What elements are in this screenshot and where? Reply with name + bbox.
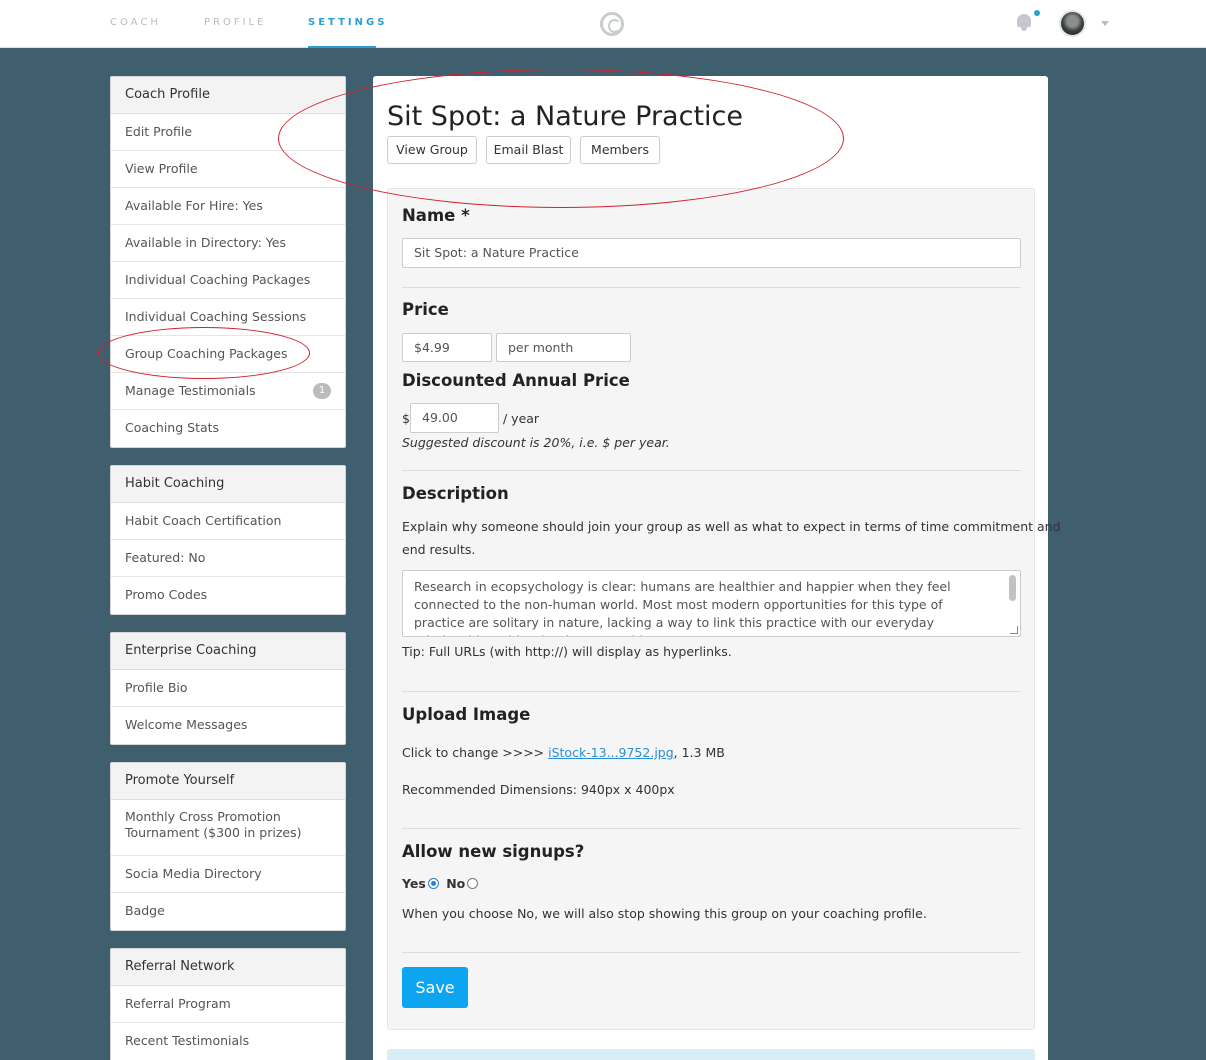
annual-suffix: / year (503, 411, 540, 426)
name-input[interactable]: Sit Spot: a Nature Practice (402, 238, 1021, 268)
description-textarea[interactable]: Research in ecopsychology is clear: huma… (402, 570, 1021, 637)
members-button[interactable]: Members (580, 136, 660, 164)
sidebar-referral-network: Referral Network Referral Program Recent… (110, 948, 346, 1060)
sidebar-item-recent-testimonials[interactable]: Recent Testimonials (111, 1023, 345, 1060)
group-form: Name * Sit Spot: a Nature Practice Price… (387, 188, 1061, 1030)
save-button[interactable]: Save (402, 967, 468, 1008)
sidebar-enterprise-coaching: Enterprise Coaching Profile Bio Welcome … (110, 632, 346, 745)
bell-icon[interactable] (1016, 10, 1040, 32)
avatar[interactable] (1059, 10, 1086, 37)
description-help: Explain why someone should join your gro… (402, 519, 1061, 534)
info-alert (387, 1049, 1035, 1060)
description-help-cont: end results. (402, 542, 476, 557)
sidebar-heading-coach-profile: Coach Profile (111, 77, 345, 114)
signups-yes-label: Yes (402, 876, 426, 891)
signups-radio-group: Yes No (402, 876, 481, 891)
divider (402, 828, 1021, 829)
signups-note: When you choose No, we will also stop sh… (402, 906, 927, 921)
sidebar-item-habit-certification[interactable]: Habit Coach Certification (111, 503, 345, 540)
annual-price-input[interactable]: 49.00 (410, 403, 499, 433)
signups-no-label: No (446, 876, 466, 891)
sidebar-promote-yourself: Promote Yourself Monthly Cross Promotion… (110, 762, 346, 931)
sidebar-item-group-packages[interactable]: Group Coaching Packages (111, 336, 345, 373)
sidebar-item-edit-profile[interactable]: Edit Profile (111, 114, 345, 151)
annual-hint: Suggested discount is 20%, i.e. $ per ye… (402, 435, 670, 450)
upload-size: , 1.3 MB (673, 745, 725, 760)
annual-currency: $ (402, 411, 410, 426)
main-content: Sit Spot: a Nature Practice View Group E… (373, 76, 1061, 1060)
sidebar-heading-habit-coaching: Habit Coaching (111, 466, 345, 503)
textarea-scrollbar[interactable] (1009, 575, 1016, 601)
sidebar-item-cross-promotion[interactable]: Monthly Cross Promotion Tournament ($300… (111, 800, 345, 856)
uploaded-file-link[interactable]: iStock-13...9752.jpg (548, 745, 674, 760)
sidebar-item-label: Manage Testimonials (125, 383, 256, 398)
resize-handle-icon[interactable] (1010, 626, 1018, 634)
notification-dot (1034, 10, 1040, 16)
sidebar-item-referral-program[interactable]: Referral Program (111, 986, 345, 1023)
signups-label: Allow new signups? (402, 842, 585, 861)
sidebar-heading-enterprise-coaching: Enterprise Coaching (111, 633, 345, 670)
nav-coach[interactable]: COACH (110, 17, 161, 28)
email-blast-button[interactable]: Email Blast (486, 136, 571, 164)
sidebar-habit-coaching: Habit Coaching Habit Coach Certification… (110, 465, 346, 615)
upload-info: Click to change >>>> iStock-13...9752.jp… (402, 745, 725, 760)
sidebar-item-available-for-hire[interactable]: Available For Hire: Yes (111, 188, 345, 225)
upload-dimensions: Recommended Dimensions: 940px x 400px (402, 782, 675, 797)
price-period-select[interactable]: per month (496, 333, 631, 362)
divider (402, 287, 1021, 288)
sidebar-item-social-media-directory[interactable]: Socia Media Directory (111, 856, 345, 893)
bell-clapper (1021, 27, 1027, 31)
upload-prefix: Click to change >>>> (402, 745, 549, 760)
chevron-down-icon[interactable] (1101, 21, 1109, 26)
sidebar-item-welcome-messages[interactable]: Welcome Messages (111, 707, 345, 744)
signups-no-radio[interactable] (467, 878, 479, 889)
sidebar-item-individual-packages[interactable]: Individual Coaching Packages (111, 262, 345, 299)
view-group-button[interactable]: View Group (387, 136, 477, 164)
testimonials-count-badge: 1 (313, 383, 331, 399)
divider (402, 470, 1021, 471)
sidebar-item-view-profile[interactable]: View Profile (111, 151, 345, 188)
name-label: Name * (402, 206, 470, 225)
sidebar-heading-referral-network: Referral Network (111, 949, 345, 986)
annual-price-label: Discounted Annual Price (402, 371, 630, 390)
description-tip: Tip: Full URLs (with http://) will displ… (402, 644, 732, 659)
sidebar-item-individual-sessions[interactable]: Individual Coaching Sessions (111, 299, 345, 336)
active-tab-indicator (308, 46, 376, 48)
sidebar-item-available-in-directory[interactable]: Available in Directory: Yes (111, 225, 345, 262)
sidebar-heading-promote-yourself: Promote Yourself (111, 763, 345, 800)
sidebar-item-promo-codes[interactable]: Promo Codes (111, 577, 345, 614)
sidebar-item-profile-bio[interactable]: Profile Bio (111, 670, 345, 707)
sidebar-item-badge[interactable]: Badge (111, 893, 345, 930)
c-logo-icon[interactable] (600, 12, 624, 36)
price-input[interactable]: $4.99 (402, 333, 492, 362)
price-label: Price (402, 300, 449, 319)
description-label: Description (402, 484, 509, 503)
nav-settings[interactable]: SETTINGS (308, 17, 387, 28)
bell-body (1017, 14, 1031, 27)
upload-image-label: Upload Image (402, 705, 531, 724)
sidebar-item-manage-testimonials[interactable]: Manage Testimonials 1 (111, 373, 345, 410)
sidebar-item-coaching-stats[interactable]: Coaching Stats (111, 410, 345, 447)
signups-yes-radio[interactable] (427, 878, 439, 889)
page-title: Sit Spot: a Nature Practice (387, 101, 743, 132)
sidebar-coach-profile: Coach Profile Edit Profile View Profile … (110, 76, 346, 448)
sidebar-item-featured[interactable]: Featured: No (111, 540, 345, 577)
description-text: Research in ecopsychology is clear: huma… (414, 579, 951, 636)
divider (402, 691, 1021, 692)
divider (402, 952, 1021, 953)
nav-profile[interactable]: PROFILE (204, 17, 266, 28)
top-nav: COACH PROFILE SETTINGS (0, 0, 1206, 48)
